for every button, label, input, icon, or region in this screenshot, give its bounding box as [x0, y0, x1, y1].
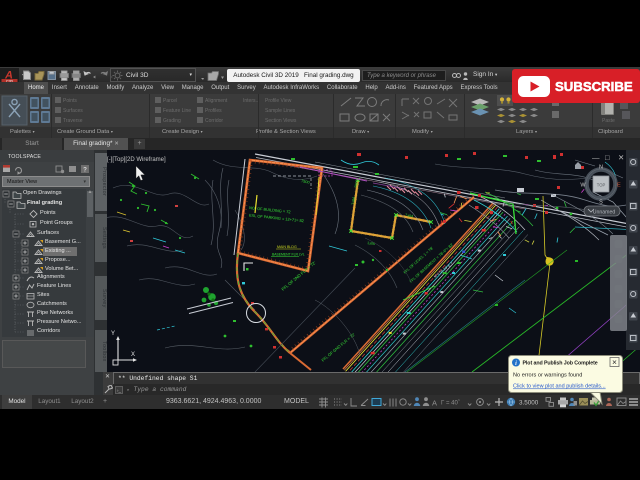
svg-text:S: S — [599, 200, 603, 206]
svg-text:N: N — [599, 165, 603, 171]
svg-text:Inters..: Inters.. — [243, 98, 258, 104]
svg-text:Grading: Grading — [163, 118, 181, 124]
svg-text:Sample Lines: Sample Lines — [265, 108, 296, 114]
svg-text:TOP: TOP — [597, 183, 606, 188]
svg-text:Profile View: Profile View — [265, 98, 292, 104]
svg-text:Y: Y — [111, 331, 115, 337]
svg-text:No errors or warnings found: No errors or warnings found — [513, 373, 582, 379]
svg-text:Paste: Paste — [602, 118, 615, 124]
svg-text:Traverse: Traverse — [63, 118, 83, 124]
svg-text:Unnamed: Unnamed — [593, 210, 616, 216]
svg-text:Points: Points — [63, 98, 77, 104]
svg-text:X: X — [131, 352, 135, 358]
svg-text:Corridor: Corridor — [205, 118, 223, 124]
svg-text:Feature Line: Feature Line — [163, 108, 191, 114]
svg-text:E: E — [617, 183, 621, 189]
svg-text:MAIN BLDG: MAIN BLDG — [277, 245, 297, 249]
svg-text:BASEMENT FLR LVL: BASEMENT FLR LVL — [272, 253, 305, 257]
svg-text:✕: ✕ — [618, 153, 624, 162]
svg-text:W: W — [580, 183, 586, 189]
svg-text:[-][Top][2D Wireframe]: [-][Top][2D Wireframe] — [107, 157, 166, 163]
svg-text:Surfaces: Surfaces — [63, 108, 83, 114]
svg-text:Click to view plot and publish: Click to view plot and publish details..… — [513, 384, 606, 390]
svg-text:Plot and Publish Job Complete: Plot and Publish Job Complete — [523, 361, 598, 367]
svg-text:Section Views: Section Views — [265, 118, 297, 124]
svg-text:Parcel: Parcel — [163, 98, 177, 104]
svg-text:□: □ — [605, 153, 610, 162]
svg-text:✕: ✕ — [612, 360, 617, 367]
svg-text:A: A — [432, 399, 437, 408]
svg-text:Alignment: Alignment — [205, 98, 228, 104]
svg-text:—: — — [592, 153, 600, 162]
svg-text:Profiles: Profiles — [205, 108, 222, 114]
svg-text:Γ = 40ˆ: Γ = 40ˆ — [441, 401, 460, 407]
